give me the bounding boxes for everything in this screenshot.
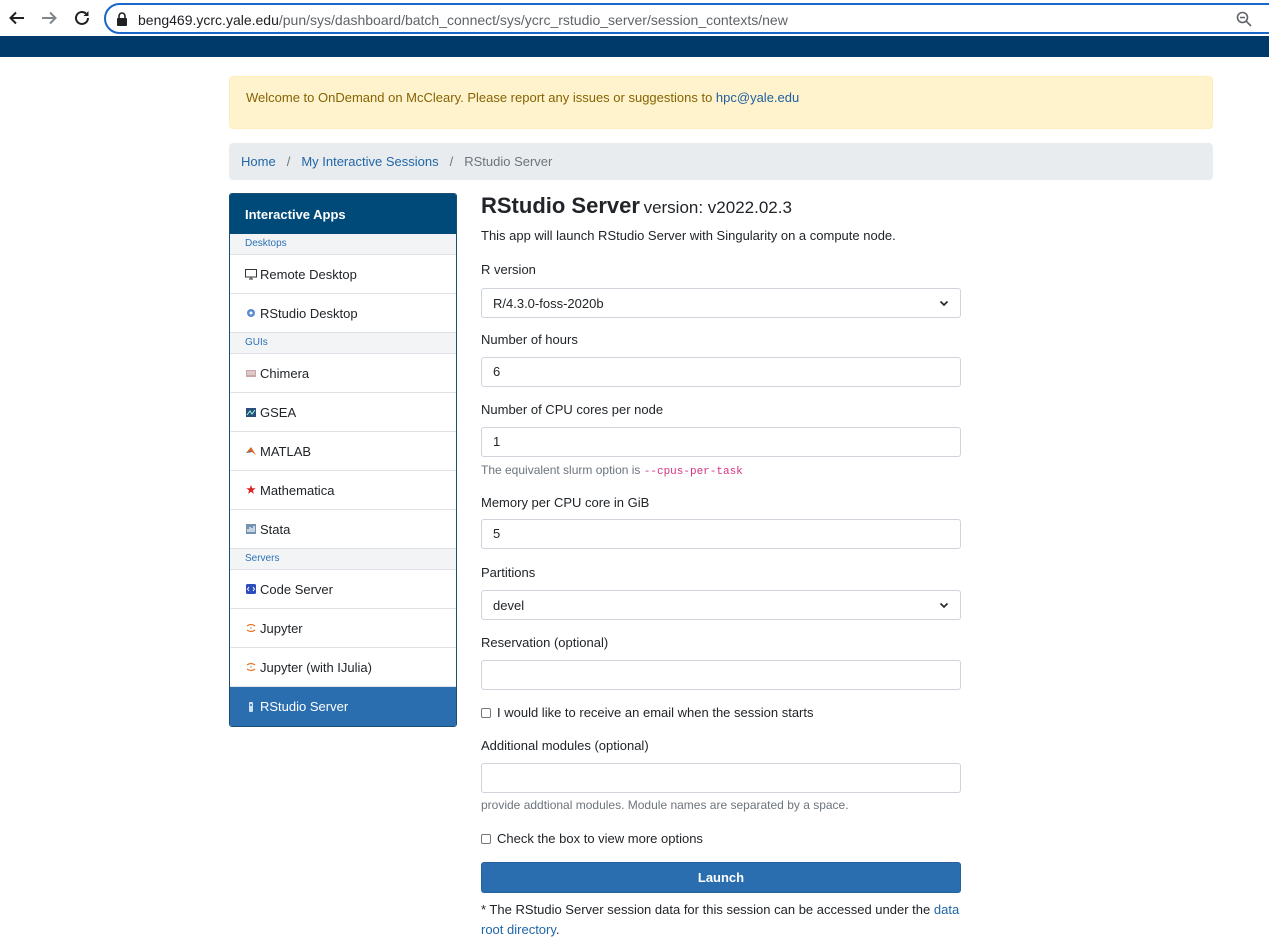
sidebar-item-label: Mathematica [260, 482, 335, 498]
chimera-icon [245, 367, 257, 379]
rstudio-server-icon [245, 701, 257, 713]
sidebar-item-jupyter-ijulia[interactable]: Jupyter (with IJulia) [230, 648, 456, 687]
browser-toolbar: beng469.ycrc.yale.edu/pun/sys/dashboard/… [0, 0, 1269, 36]
breadcrumb-current: RStudio Server [464, 154, 553, 169]
url-text: beng469.ycrc.yale.edu/pun/sys/dashboard/… [138, 12, 788, 28]
reservation-input[interactable] [481, 660, 961, 690]
r-version-select[interactable]: R/4.3.0-foss-2020b [481, 288, 961, 318]
sidebar-item-code-server[interactable]: Code Server [230, 570, 456, 609]
reload-icon [75, 10, 89, 25]
address-bar[interactable]: beng469.ycrc.yale.edu/pun/sys/dashboard/… [104, 3, 1269, 34]
jupyter-icon [245, 622, 257, 634]
monitor-icon [245, 268, 257, 280]
sidebar-item-rstudio-server[interactable]: RStudio Server [230, 687, 456, 726]
back-button[interactable] [5, 6, 29, 30]
sidebar-item-stata[interactable]: Stata [230, 510, 456, 549]
sidebar-item-chimera[interactable]: Chimera [230, 354, 456, 393]
breadcrumb: Home / My Interactive Sessions / RStudio… [229, 143, 1213, 180]
zoom-icon[interactable] [1236, 11, 1252, 27]
sidebar-item-label: GSEA [260, 404, 297, 420]
note-suffix: . [555, 922, 560, 937]
modules-help: provide addtional modules. Module names … [481, 798, 849, 812]
sidebar-item-remote-desktop[interactable]: Remote Desktop [230, 255, 456, 294]
url-path: /pun/sys/dashboard/batch_connect/sys/ycr… [278, 12, 788, 28]
app-version: version: v2022.02.3 [643, 198, 792, 217]
more-options-label: Check the box to view more options [497, 831, 703, 846]
sidebar-item-label: Stata [260, 521, 291, 537]
data-root-note: * The RStudio Server session data for th… [481, 900, 971, 939]
modules-input[interactable] [481, 763, 961, 793]
mathematica-icon [245, 484, 257, 496]
forward-arrow-icon [42, 11, 57, 25]
partitions-select[interactable]: devel [481, 590, 961, 620]
breadcrumb-home[interactable]: Home [241, 154, 276, 169]
sidebar-heading: Interactive Apps [230, 194, 456, 234]
hours-label: Number of hours [481, 332, 578, 347]
chevron-down-icon [939, 300, 949, 307]
sidebar-item-label: RStudio Server [260, 699, 349, 714]
sidebar-item-label: Chimera [260, 365, 310, 381]
jupyter-icon [245, 661, 257, 673]
stata-icon [245, 523, 257, 535]
sidebar-item-rstudio-desktop[interactable]: RStudio Desktop [230, 294, 456, 333]
cpu-help-text: The equivalent slurm option is [481, 463, 641, 477]
sidebar-item-jupyter[interactable]: Jupyter [230, 609, 456, 648]
note-text: * The RStudio Server session data for th… [481, 902, 931, 917]
sidebar-item-label: Remote Desktop [260, 266, 357, 282]
alert-email-link[interactable]: hpc@yale.edu [716, 90, 799, 105]
cpu-cores-help: The equivalent slurm option is --cpus-pe… [481, 463, 743, 478]
sidebar-category-desktops: Desktops [230, 234, 456, 255]
sidebar-item-gsea[interactable]: GSEA [230, 393, 456, 432]
sidebar-item-label: Code Server [260, 581, 333, 597]
r-version-value: R/4.3.0-foss-2020b [493, 295, 604, 311]
matlab-icon [245, 445, 257, 457]
sidebar-item-mathematica[interactable]: Mathematica [230, 471, 456, 510]
partitions-value: devel [493, 597, 525, 613]
page-title: RStudio Server version: v2022.02.3 [481, 193, 792, 219]
sidebar-item-label: MATLAB [260, 443, 312, 459]
url-host: beng469.ycrc.yale.edu [138, 12, 279, 28]
sidebar-item-matlab[interactable]: MATLAB [230, 432, 456, 471]
rstudio-icon [245, 307, 257, 319]
sidebar-category-guis: GUIs [230, 333, 456, 354]
code-server-icon [245, 583, 257, 595]
back-arrow-icon [9, 11, 24, 25]
lock-icon [117, 12, 127, 26]
top-navbar [0, 36, 1269, 57]
sidebar-category-servers: Servers [230, 549, 456, 570]
cpu-help-code: --cpus-per-task [643, 466, 743, 478]
interactive-apps-sidebar: Interactive Apps Desktops Remote Desktop… [229, 193, 457, 727]
breadcrumb-separator: / [286, 154, 291, 169]
hours-input[interactable]: 6 [481, 357, 961, 387]
cpu-cores-label: Number of CPU cores per node [481, 402, 664, 417]
app-description: This app will launch RStudio Server with… [481, 228, 896, 243]
cpu-cores-input[interactable]: 1 [481, 427, 961, 457]
more-options-checkbox[interactable] [481, 833, 491, 844]
more-options-checkbox-row[interactable]: Check the box to view more options [481, 831, 703, 846]
alert-text: Welcome to OnDemand on McCleary. Please … [246, 90, 713, 105]
chevron-down-icon [939, 602, 949, 609]
app-title: RStudio Server [481, 193, 640, 218]
memory-label: Memory per CPU core in GiB [481, 495, 650, 510]
breadcrumb-separator: / [449, 154, 454, 169]
email-checkbox-label: I would like to receive an email when th… [497, 705, 814, 720]
sidebar-item-label: Jupyter (with IJulia) [260, 659, 372, 675]
forward-button[interactable] [37, 6, 61, 30]
r-version-label: R version [481, 262, 536, 277]
email-checkbox-row[interactable]: I would like to receive an email when th… [481, 705, 814, 720]
reload-button[interactable] [70, 6, 94, 30]
breadcrumb-sessions[interactable]: My Interactive Sessions [301, 154, 438, 169]
partitions-label: Partitions [481, 565, 536, 580]
sidebar-item-label: Jupyter [260, 620, 303, 636]
reservation-label: Reservation (optional) [481, 635, 609, 650]
welcome-alert: Welcome to OnDemand on McCleary. Please … [229, 76, 1213, 129]
email-checkbox[interactable] [481, 707, 491, 718]
sidebar-item-label: RStudio Desktop [260, 305, 358, 321]
modules-label: Additional modules (optional) [481, 738, 649, 753]
gsea-icon [245, 406, 257, 418]
memory-input[interactable]: 5 [481, 519, 961, 549]
launch-button[interactable]: Launch [481, 862, 961, 893]
